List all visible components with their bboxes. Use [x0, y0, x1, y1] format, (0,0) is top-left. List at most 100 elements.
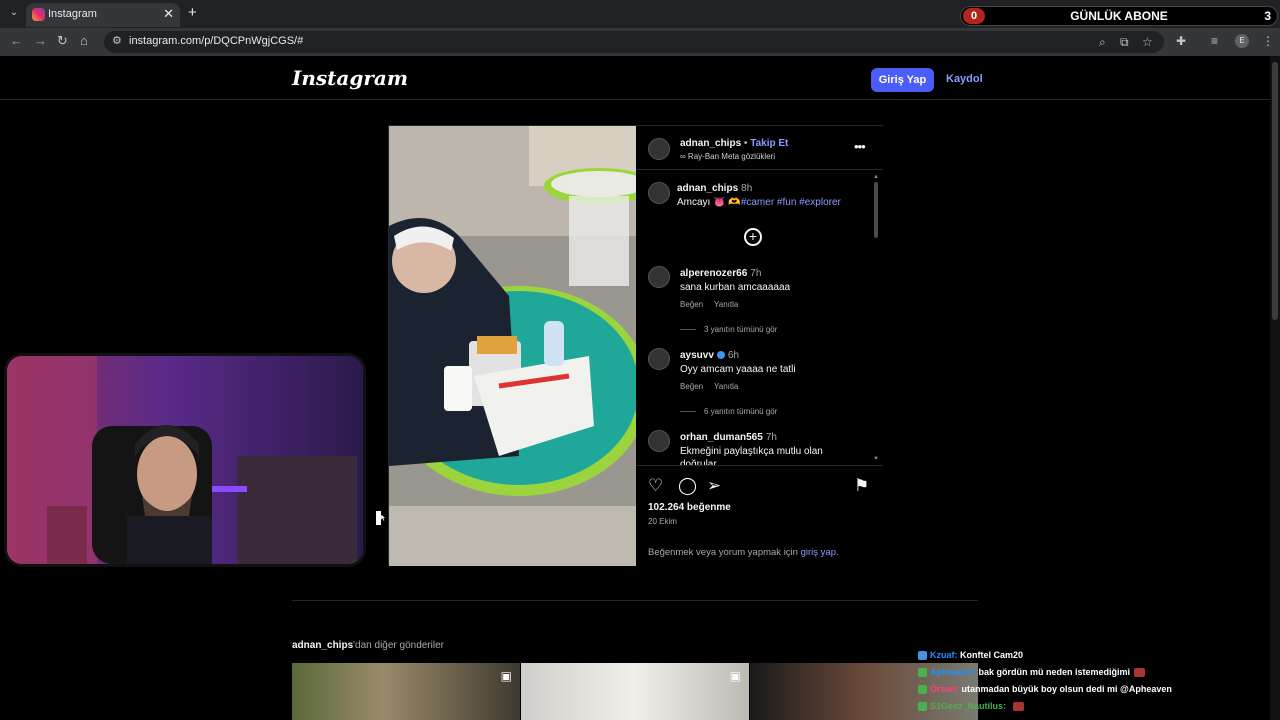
- comment-text: Ekmeğini paylaştıkça mutlu olan doğrular: [680, 446, 823, 466]
- home-icon[interactable]: ⌂: [80, 33, 88, 48]
- more-posts-user[interactable]: adnan_chips: [292, 640, 353, 651]
- caption-hashtags[interactable]: #camer #fun #explorer: [741, 197, 841, 208]
- forward-icon[interactable]: →: [34, 33, 47, 48]
- more-post-thumbnail[interactable]: ▣: [521, 663, 749, 720]
- reload-icon[interactable]: ↻: [57, 33, 68, 49]
- caption-username: adnan_chips 8h: [677, 183, 752, 194]
- scroll-down-arrow-icon[interactable]: ▼: [873, 456, 879, 462]
- share-send-icon[interactable]: ➢: [707, 476, 721, 496]
- caption-body: Amcayı 👅 🫶: [677, 197, 741, 208]
- signup-link[interactable]: Kaydol: [946, 73, 983, 85]
- comment-avatar[interactable]: [648, 266, 670, 288]
- chat-message: Orsan: utanmadan büyük boy olsun dedi mi…: [918, 684, 1268, 701]
- view-replies-link[interactable]: 6 yanıtın tümünü gör: [680, 407, 777, 416]
- login-prompt-text: Beğenmek veya yorum yapmak için: [648, 547, 798, 558]
- caption-user-link[interactable]: adnan_chips: [677, 183, 738, 194]
- more-post-thumbnail[interactable]: ▣: [292, 663, 520, 720]
- page-scrollbar[interactable]: [1270, 56, 1280, 720]
- comments-scroll-thumb[interactable]: [874, 182, 878, 238]
- follow-separator: •: [743, 138, 748, 149]
- comment-reply-link[interactable]: Yanıtla: [714, 382, 738, 391]
- login-prompt-link[interactable]: giriş yap: [801, 547, 836, 558]
- browser-toolbar: ← → ↻ ⌂ ⚙ instagram.com/p/DQCPnWgjCGS/# …: [0, 28, 1280, 56]
- post-date: 20 Ekim: [648, 517, 677, 526]
- instagram-header: Instagram Giriş Yap Kaydol: [0, 56, 1270, 100]
- save-bookmark-icon[interactable]: ⚑: [854, 476, 869, 496]
- author-username[interactable]: adnan_chips: [680, 138, 741, 149]
- install-app-icon[interactable]: ⧉: [1120, 35, 1129, 50]
- login-button[interactable]: Giriş Yap: [871, 68, 934, 92]
- chat-text: Konftel Cam20: [960, 650, 1024, 660]
- comments-scrollbar[interactable]: ▲ ▼: [873, 174, 879, 462]
- comment-username: orhan_duman565 7h: [680, 432, 777, 443]
- instagram-logo[interactable]: Instagram: [292, 66, 408, 90]
- url-text[interactable]: instagram.com/p/DQCPnWgjCGS/#: [129, 35, 303, 47]
- comment-user-link[interactable]: orhan_duman565: [680, 432, 763, 443]
- like-heart-icon[interactable]: ♡: [648, 476, 663, 496]
- caption-time: 8h: [741, 183, 753, 194]
- chat-emote-icon: [1012, 702, 1024, 712]
- instagram-favicon-icon: [32, 8, 45, 21]
- reel-icon: ▣: [729, 669, 741, 683]
- more-posts-suffix: 'dan diğer gönderiler: [353, 640, 444, 651]
- caption-avatar[interactable]: [648, 182, 670, 204]
- media-icon[interactable]: ≡: [1211, 34, 1218, 48]
- load-more-comments-icon[interactable]: +: [744, 228, 762, 246]
- comment-avatar[interactable]: [648, 430, 670, 452]
- login-prompt-period: .: [835, 547, 839, 558]
- subscriber-counter-overlay: 0 GÜNLÜK ABONE 3: [960, 6, 1278, 26]
- tab-search-icon[interactable]: ⌄: [6, 5, 22, 21]
- chat-username: S1Geez_Nautilus:: [930, 701, 1007, 711]
- profile-avatar-icon[interactable]: E: [1235, 34, 1249, 48]
- reel-icon: ▣: [500, 669, 512, 683]
- chat-badge-icon: [918, 668, 927, 678]
- post-image[interactable]: [389, 126, 636, 566]
- post-sidebar: adnan_chips • Takip Et ∞ Ray-Ban Meta gö…: [636, 126, 883, 566]
- menu-kebab-icon[interactable]: ⋮: [1262, 34, 1274, 48]
- more-options-icon[interactable]: •••: [854, 139, 866, 154]
- bookmark-star-icon[interactable]: ☆: [1142, 35, 1153, 49]
- author-avatar[interactable]: [648, 138, 670, 160]
- chat-message: Apheaven: bak gördün mü neden istemediği…: [918, 667, 1268, 684]
- chat-text: utanmadan büyük boy olsun dedi mi @Aphea…: [961, 684, 1172, 694]
- page-scroll-thumb[interactable]: [1272, 62, 1278, 320]
- comment-time: 6h: [727, 350, 740, 361]
- subscriber-title: GÜNLÜK ABONE: [1070, 9, 1168, 23]
- view-replies-link[interactable]: 3 yanıtın tümünü gör: [680, 325, 777, 334]
- chat-username: Kzuaf:: [930, 650, 958, 660]
- comment-like-link[interactable]: Beğen: [680, 382, 703, 391]
- back-icon[interactable]: ←: [10, 33, 23, 48]
- login-prompt: Beğenmek veya yorum yapmak için giriş ya…: [648, 547, 839, 558]
- comment-username: alperenozer66 7h: [680, 268, 761, 279]
- device-label[interactable]: ∞ Ray-Ban Meta gözlükleri: [680, 152, 775, 161]
- webcam-illustration: [7, 356, 363, 564]
- tab-close-icon[interactable]: ✕: [163, 6, 174, 22]
- comment-bubble-icon[interactable]: ◯: [678, 476, 697, 496]
- chat-badge-icon: [918, 702, 927, 712]
- site-info-icon[interactable]: ⚙: [112, 34, 122, 47]
- tab-instagram[interactable]: Instagram ✕: [26, 3, 180, 27]
- comment-user-link[interactable]: aysuvv: [680, 350, 714, 361]
- extensions-icon[interactable]: ✚: [1176, 34, 1186, 48]
- new-tab-icon[interactable]: +: [188, 4, 197, 21]
- mouse-cursor-icon: [376, 511, 386, 525]
- comment-user-link[interactable]: alperenozer66: [680, 268, 747, 279]
- comments-panel: adnan_chips 8h Amcayı 👅 🫶#camer #fun #exp…: [636, 170, 883, 466]
- address-bar[interactable]: ⚙ instagram.com/p/DQCPnWgjCGS/# ⌕ ⧉ ☆: [104, 31, 1164, 53]
- zoom-icon[interactable]: ⌕: [1099, 35, 1106, 50]
- scroll-up-arrow-icon[interactable]: ▲: [873, 174, 879, 180]
- comment-like-link[interactable]: Beğen: [680, 300, 703, 309]
- tab-title: Instagram: [48, 8, 97, 20]
- chat-username: Apheaven:: [930, 667, 977, 677]
- chat-badge-icon: [918, 651, 927, 661]
- post-actions: ♡ ◯ ➢ ⚑ 102.264 beğenme 20 Ekim Beğenmek…: [636, 466, 883, 566]
- chat-text: bak gördün mü neden istemediğimi: [978, 667, 1131, 677]
- follow-button[interactable]: Takip Et: [750, 138, 788, 149]
- comment-time: 7h: [750, 268, 762, 279]
- likes-count[interactable]: 102.264 beğenme: [648, 502, 731, 513]
- comment-avatar[interactable]: [648, 348, 670, 370]
- chat-emote-icon: [1134, 668, 1146, 678]
- comment-text: Oyy amcam yaaaa ne tatli: [680, 364, 796, 375]
- author-line: adnan_chips • Takip Et: [680, 138, 788, 149]
- comment-reply-link[interactable]: Yanıtla: [714, 300, 738, 309]
